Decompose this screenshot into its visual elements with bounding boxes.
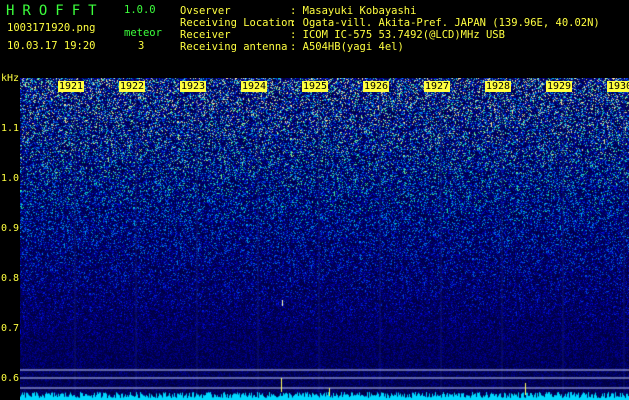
x-tick-label: 1930 bbox=[607, 81, 629, 92]
y-tick-label: 0.9 bbox=[1, 223, 20, 234]
app-name: HROFFT bbox=[6, 3, 105, 19]
x-tick-label: 1922 bbox=[119, 81, 146, 92]
x-tick-label: 1928 bbox=[485, 81, 512, 92]
y-tick-label: 0.8 bbox=[1, 273, 20, 284]
field-value-observer: : Masayuki Kobayashi bbox=[290, 5, 417, 17]
spectrogram-canvas bbox=[20, 78, 629, 400]
y-tick-label: 0.6 bbox=[1, 373, 20, 384]
y-tick-label: 1.1 bbox=[1, 123, 20, 134]
y-tick-label: 0.7 bbox=[1, 323, 20, 334]
x-tick-label: 1923 bbox=[180, 81, 207, 92]
spectrogram bbox=[20, 78, 629, 400]
field-label-receiver: Receiver bbox=[180, 29, 231, 41]
field-value-antenna: : A504HB(yagi 4el) bbox=[290, 41, 404, 53]
meteor-label: meteor bbox=[124, 27, 162, 39]
field-value-location: : Ogata-vill. Akita-Pref. JAPAN (139.96E… bbox=[290, 17, 600, 29]
x-tick-label: 1924 bbox=[241, 81, 268, 92]
x-tick-label: 1925 bbox=[302, 81, 329, 92]
x-tick-label: 1926 bbox=[363, 81, 390, 92]
field-value-receiver: : ICOM IC-575 53.7492(@LCD)MHz USB bbox=[290, 29, 505, 41]
meteor-count: 3 bbox=[138, 40, 145, 52]
field-label-observer: Ovserver bbox=[180, 5, 231, 17]
y-axis-unit: kHz bbox=[1, 73, 20, 84]
field-label-location: Receiving Location bbox=[180, 17, 294, 29]
filename: 1003171920.png bbox=[7, 22, 96, 34]
y-tick-label: 1.0 bbox=[1, 173, 20, 184]
x-tick-label: 1921 bbox=[58, 81, 85, 92]
x-tick-label: 1927 bbox=[424, 81, 451, 92]
app-version: 1.0.0 bbox=[124, 4, 156, 16]
x-tick-label: 1929 bbox=[546, 81, 573, 92]
field-label-antenna: Receiving antenna bbox=[180, 41, 288, 53]
header-panel: HROFFT 1.0.0 1003171920.png meteor 10.03… bbox=[0, 0, 629, 78]
datetime: 10.03.17 19:20 bbox=[7, 40, 96, 52]
